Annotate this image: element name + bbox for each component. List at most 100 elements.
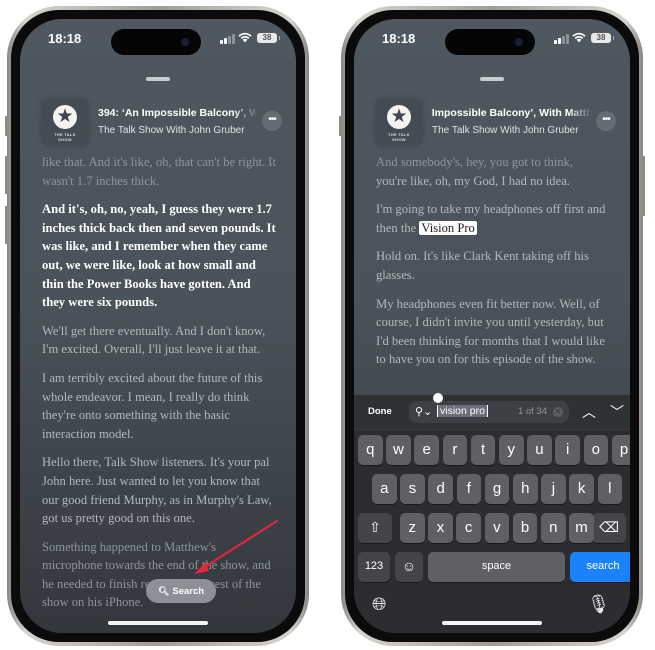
key-f[interactable]: f (456, 474, 482, 504)
transcript[interactable]: And somebody's, hey, you got to think, y… (376, 153, 610, 379)
key-n[interactable]: n (541, 513, 566, 543)
key-m[interactable]: m (569, 513, 594, 543)
find-input-value[interactable]: vision pro (437, 405, 488, 417)
key-row-4: 123 ☺ space search (358, 552, 630, 582)
episode-title: 394: ‘An Impossible Balcony’, With Matth… (432, 107, 592, 119)
status-bar: 18:18 38 (354, 19, 630, 63)
dynamic-island (111, 29, 201, 55)
cellular-signal-icon (554, 34, 569, 44)
key-q[interactable]: q (358, 435, 383, 465)
key-p[interactable]: p (611, 435, 630, 465)
camera-icon (181, 38, 189, 46)
search-key[interactable]: search (570, 552, 630, 582)
phone-right: 18:18 38 ★ THE TALK SHOW 394: ‘An Imposs… (339, 6, 645, 646)
transcript-paragraph[interactable]: I'm going to take my headphones off firs… (376, 200, 610, 237)
key-v[interactable]: v (484, 513, 510, 543)
key-y[interactable]: y (499, 435, 524, 465)
key-t[interactable]: t (470, 435, 496, 465)
key-row-2: asdfghjkl (358, 474, 626, 504)
transcript-line[interactable]: And somebody's, hey, you got to think, (376, 153, 610, 172)
microphone-icon[interactable]: 🎙︎ (587, 594, 610, 615)
transcript-paragraph-current[interactable]: And it's, oh, no, yeah, I guess they wer… (42, 200, 276, 312)
key-l[interactable]: l (597, 474, 623, 504)
action-button (339, 116, 342, 136)
volume-up-button (5, 156, 8, 194)
chevron-down-icon[interactable]: ﹀ (610, 402, 624, 422)
transcript-paragraph[interactable]: like that. And it's like, oh, that can't… (42, 153, 276, 190)
podcast-artwork: ★ THE TALK SHOW (42, 99, 88, 145)
key-x[interactable]: x (428, 513, 453, 543)
key-u[interactable]: u (527, 435, 552, 465)
key-w[interactable]: w (386, 435, 411, 465)
key-row-3: ⇧ ⌫ zxcvbnm (358, 513, 626, 543)
key-row-1: qwertyuiop (358, 435, 630, 465)
transcript-paragraph[interactable]: Hello there, Talk Show listeners. It's y… (42, 453, 276, 527)
artwork-label: THE TALK SHOW (54, 132, 76, 142)
search-match-highlight[interactable]: Vision Pro (419, 220, 477, 235)
chevron-up-icon[interactable]: ︿ (582, 402, 596, 422)
transcript-line[interactable]: you're like, oh, my God, I had no idea. (376, 172, 610, 191)
volume-down-button (5, 206, 8, 244)
selection-handle[interactable] (433, 393, 443, 403)
bezel: 18:18 38 ★ THE TALK SHOW 394: ‘An Imposs… (11, 10, 305, 642)
space-key[interactable]: space (428, 552, 565, 582)
ellipsis-icon: ••• (602, 114, 610, 125)
home-indicator[interactable] (108, 621, 208, 625)
search-button[interactable]: 🔍︎ Search (146, 579, 216, 603)
transcript[interactable]: like that. And it's like, oh, that can't… (42, 153, 276, 622)
status-time: 18:18 (382, 31, 416, 46)
transcript-paragraph[interactable]: We'll get there eventually. And I don't … (42, 322, 276, 359)
clear-icon[interactable]: ✕ (553, 407, 563, 417)
key-z[interactable]: z (400, 513, 425, 543)
search-options-icon[interactable]: ⚲⌄ (415, 405, 432, 418)
power-button (642, 156, 645, 216)
home-indicator[interactable] (442, 621, 542, 625)
status-bar: 18:18 38 (20, 19, 296, 63)
key-h[interactable]: h (513, 474, 538, 504)
episode-header: ★ THE TALK SHOW 394: ‘An Impossible Balc… (20, 99, 296, 151)
find-input[interactable]: ⚲⌄ vision pro 1 of 34 ✕ (409, 393, 569, 423)
match-count: 1 of 34 (517, 406, 547, 417)
key-d[interactable]: d (428, 474, 453, 504)
key-b[interactable]: b (512, 513, 538, 543)
more-button[interactable]: ••• (596, 111, 616, 131)
battery-icon: 38 (591, 33, 614, 43)
search-button-label: Search (172, 586, 205, 597)
key-r[interactable]: r (442, 435, 468, 465)
key-s[interactable]: s (400, 474, 425, 504)
wifi-icon (572, 32, 586, 43)
keyboard-area: Done ⚲⌄ vision pro 1 of 34 ✕ ︿ ﹀ qwertyu… (354, 393, 630, 633)
globe-icon[interactable]: 🌐︎ (372, 594, 386, 615)
key-e[interactable]: e (414, 435, 439, 465)
bezel: 18:18 38 ★ THE TALK SHOW 394: ‘An Imposs… (345, 10, 639, 642)
podcast-name[interactable]: The Talk Show With John Gruber (432, 125, 579, 136)
phone-left: 18:18 38 ★ THE TALK SHOW 394: ‘An Imposs… (5, 6, 309, 646)
emoji-icon: ☺ (401, 558, 417, 574)
key-k[interactable]: k (569, 474, 594, 504)
transcript-paragraph[interactable]: Hold on. It's like Clark Kent taking off… (376, 247, 610, 284)
action-button (5, 116, 8, 136)
cellular-signal-icon (220, 34, 235, 44)
numbers-key[interactable]: 123 (358, 552, 390, 582)
more-button[interactable]: ••• (262, 111, 282, 131)
key-i[interactable]: i (555, 435, 580, 465)
key-g[interactable]: g (484, 474, 510, 504)
done-button[interactable]: Done (368, 406, 392, 417)
key-o[interactable]: o (583, 435, 609, 465)
sheet-grabber[interactable] (480, 77, 504, 81)
wifi-icon (238, 32, 252, 43)
podcast-name[interactable]: The Talk Show With John Gruber (98, 125, 245, 136)
status-time: 18:18 (48, 31, 82, 46)
key-a[interactable]: a (372, 474, 397, 504)
delete-key[interactable]: ⌫ (592, 513, 626, 543)
magnifier-icon: 🔍︎ (157, 586, 170, 596)
transcript-text: I'm going to take my headphones off firs… (376, 202, 606, 235)
star-icon: ★ (387, 105, 411, 129)
emoji-key[interactable]: ☺ (395, 552, 423, 582)
key-j[interactable]: j (541, 474, 566, 504)
transcript-paragraph[interactable]: I am terribly excited about the future o… (42, 369, 276, 443)
shift-key[interactable]: ⇧ (358, 513, 392, 543)
key-c[interactable]: c (456, 513, 481, 543)
transcript-paragraph[interactable]: My headphones even fit better now. Well,… (376, 295, 610, 369)
sheet-grabber[interactable] (146, 77, 170, 81)
